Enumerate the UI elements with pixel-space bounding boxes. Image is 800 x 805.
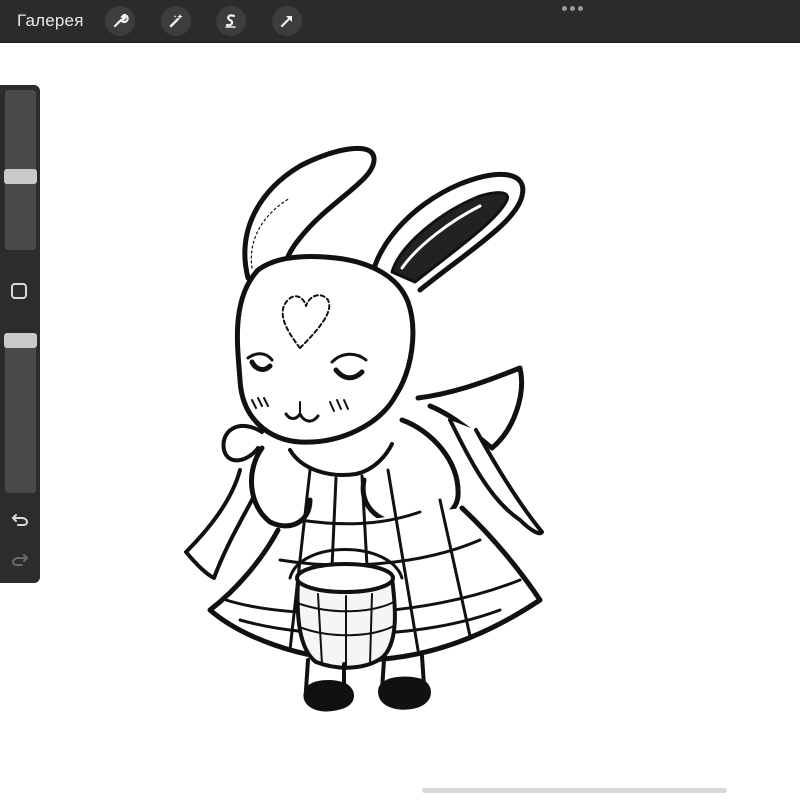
drawing-canvas[interactable] bbox=[0, 42, 800, 800]
opacity-thumb[interactable] bbox=[4, 333, 37, 348]
opacity-slider[interactable] bbox=[5, 333, 36, 493]
left-sidebar bbox=[0, 85, 40, 583]
horizontal-scrollbar[interactable] bbox=[422, 788, 727, 793]
magic-wand-icon[interactable] bbox=[161, 6, 191, 36]
wrench-icon[interactable] bbox=[105, 6, 135, 36]
undo-icon[interactable] bbox=[10, 509, 30, 529]
selection-icon[interactable] bbox=[216, 6, 246, 36]
square-icon[interactable] bbox=[11, 283, 27, 299]
transform-arrow-icon[interactable] bbox=[272, 6, 302, 36]
brush-size-thumb[interactable] bbox=[4, 169, 37, 184]
gallery-button[interactable]: Галерея bbox=[17, 11, 84, 31]
more-dots-icon[interactable] bbox=[562, 6, 586, 16]
redo-icon[interactable] bbox=[10, 549, 30, 569]
bunny-illustration bbox=[184, 145, 544, 712]
top-toolbar: Галерея bbox=[0, 0, 800, 42]
